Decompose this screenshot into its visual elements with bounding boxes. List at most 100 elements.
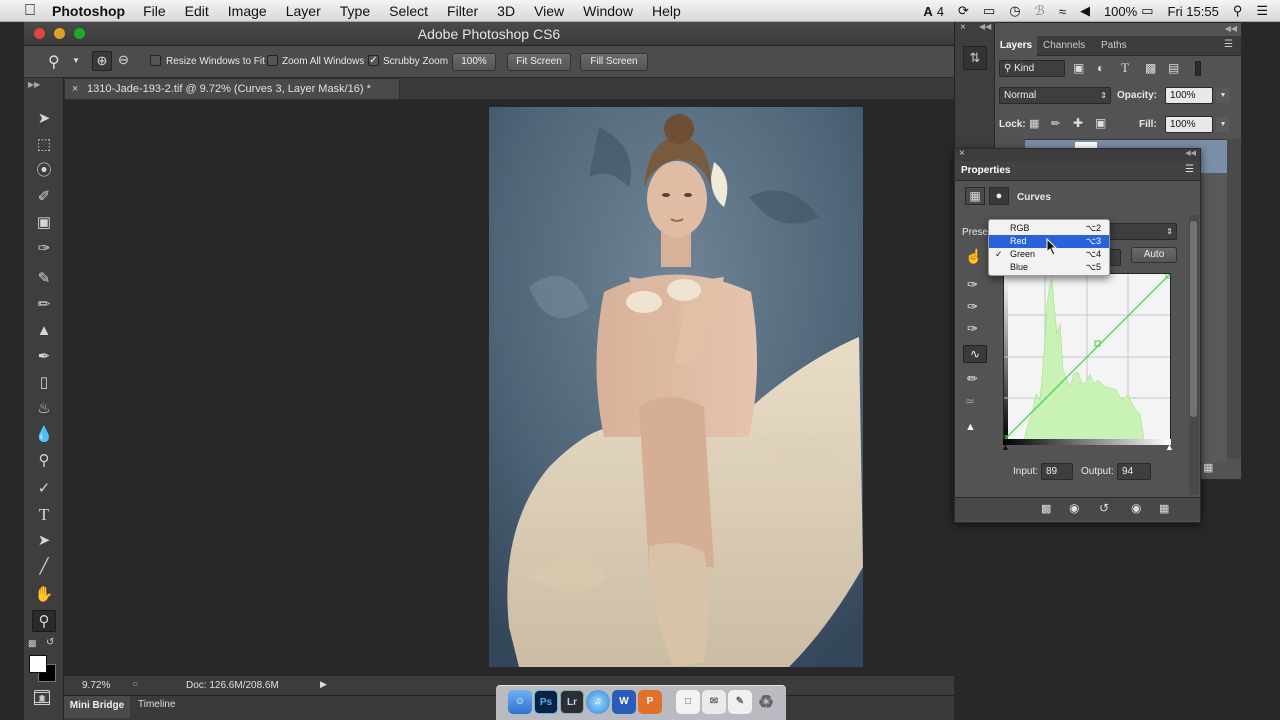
fill-input[interactable]: 100% ▼ <box>1165 116 1230 133</box>
delete-icon[interactable]: ▦ <box>1159 502 1169 515</box>
opacity-input[interactable]: 100% ▼ <box>1165 87 1230 104</box>
notification-center-icon[interactable]: ☰ <box>1256 3 1268 19</box>
chevron-down-icon[interactable]: ▼ <box>1216 117 1230 132</box>
lock-transparent-icon[interactable]: ▦ <box>1029 117 1039 130</box>
on-image-adjust-icon[interactable]: ☝ <box>965 248 982 265</box>
resize-windows-checkbox[interactable] <box>150 55 161 66</box>
scrollbar-thumb[interactable] <box>1190 221 1197 417</box>
menu-view[interactable]: View <box>534 3 564 19</box>
filter-shape-icon[interactable]: ▩ <box>1145 61 1156 75</box>
edit-points-curve-icon[interactable]: ∿ <box>963 345 987 363</box>
bluetooth-icon[interactable]: ℬ <box>1035 3 1045 19</box>
clock-text[interactable]: Fri 15:55 <box>1168 4 1219 19</box>
sample-white-eyedropper-icon[interactable]: ✑ <box>967 321 978 337</box>
type-tool-icon[interactable]: T <box>32 504 56 526</box>
curves-adjustment-icon[interactable]: ▦ <box>965 187 985 205</box>
blend-mode-select[interactable]: Normal ⇕ <box>999 87 1111 104</box>
path-selection-tool-icon[interactable]: ➤ <box>32 530 56 552</box>
powerpoint-icon[interactable]: P <box>638 690 662 714</box>
reset-icon[interactable]: ↺ <box>1099 501 1109 515</box>
clip-to-layer-icon[interactable]: ▩ <box>1041 502 1051 515</box>
layers-scrollbar[interactable] <box>1227 139 1241 459</box>
healing-brush-tool-icon[interactable]: ✎ <box>32 268 56 290</box>
sample-black-eyedropper-icon[interactable]: ✑ <box>967 277 978 293</box>
filter-adjustment-icon[interactable]: ◐ <box>1097 61 1104 75</box>
spotlight-icon[interactable]: ⚲ <box>1233 3 1243 19</box>
zoom-level[interactable]: 9.72% <box>82 680 110 691</box>
curves-graph[interactable] <box>1001 272 1172 442</box>
notes-icon[interactable]: ✎ <box>728 690 752 714</box>
close-icon[interactable]: × <box>960 22 966 33</box>
quick-selection-tool-icon[interactable]: ✐ <box>32 186 56 208</box>
menu-select[interactable]: Select <box>389 3 428 19</box>
wifi-icon[interactable]: ≈ <box>1059 4 1066 19</box>
paint-bucket-tool-icon[interactable]: ♨ <box>32 398 56 420</box>
panel-collapse-icon[interactable]: ▶▶ <box>28 80 40 89</box>
close-icon[interactable]: × <box>959 148 965 159</box>
scrubby-zoom-checkbox[interactable]: ✓ <box>368 55 379 66</box>
sample-gray-eyedropper-icon[interactable]: ✑ <box>967 299 978 315</box>
filter-smart-object-icon[interactable]: ▤ <box>1168 61 1179 75</box>
menu-item-rgb[interactable]: RGB ⌥2 <box>989 222 1109 235</box>
airplay-icon[interactable]: ▭ <box>983 3 995 19</box>
close-tab-icon[interactable]: × <box>72 79 78 100</box>
view-previous-state-icon[interactable]: ◉ <box>1069 501 1079 515</box>
panel-menu-icon[interactable]: ☰ <box>1224 39 1233 50</box>
properties-title[interactable]: Properties <box>961 165 1010 176</box>
filter-kind-select[interactable]: ⚲ Kind <box>999 60 1065 77</box>
lock-move-icon[interactable]: ✚ <box>1073 116 1083 130</box>
layer-mask-icon[interactable]: ● <box>989 187 1009 205</box>
clone-stamp-tool-icon[interactable]: ▲ <box>32 320 56 342</box>
tab-timeline[interactable]: Timeline <box>138 699 175 710</box>
tab-mini-bridge[interactable]: Mini Bridge <box>64 696 130 718</box>
app-menu-photoshop[interactable]: Photoshop <box>52 3 125 19</box>
eyedropper-tool-icon[interactable]: ✑ <box>32 238 56 260</box>
draw-curve-pencil-icon[interactable]: ✏ <box>967 371 978 387</box>
screen-mode-icon[interactable]: ▣ <box>34 692 50 705</box>
visibility-eye-icon[interactable]: ◉ <box>1131 501 1141 515</box>
zoom-100-button[interactable]: 100% <box>452 53 496 71</box>
trash-icon[interactable]: ♻ <box>754 690 778 714</box>
smooth-curve-icon[interactable]: ≃ <box>965 394 975 408</box>
panel-collapse-icon[interactable]: ◀◀ <box>1225 24 1237 33</box>
lasso-tool-icon[interactable]: ⦿ <box>32 160 56 182</box>
lock-paint-icon[interactable]: ✏ <box>1051 117 1060 130</box>
zoom-tool-icon[interactable]: ⚲ <box>32 610 56 632</box>
menu-file[interactable]: File <box>143 3 166 19</box>
auto-button[interactable]: Auto <box>1131 247 1177 263</box>
swap-colors-icon[interactable]: ↺ <box>46 637 54 648</box>
marquee-tool-icon[interactable]: ⬚ <box>32 134 56 156</box>
menu-image[interactable]: Image <box>228 3 267 19</box>
finder-icon[interactable]: ☺ <box>508 690 532 714</box>
fill-screen-button[interactable]: Fill Screen <box>580 53 648 71</box>
menu-filter[interactable]: Filter <box>447 3 478 19</box>
battery-text[interactable]: 100% <box>1104 4 1137 19</box>
chevron-down-icon[interactable]: ▼ <box>1216 88 1230 103</box>
zoom-tool-preset-icon[interactable]: ⚲ <box>48 52 60 72</box>
blur-tool-icon[interactable]: 💧 <box>32 424 56 446</box>
menu-type[interactable]: Type <box>340 3 370 19</box>
pen-tool-icon[interactable]: ✓ <box>32 478 56 500</box>
battery-icon[interactable]: ▭ <box>1141 3 1153 19</box>
adobe-icon[interactable]: A <box>923 4 932 19</box>
panel-collapse-icon[interactable]: ◀◀ <box>979 22 991 31</box>
status-info-icon[interactable]: ○ <box>132 679 138 690</box>
move-tool-icon[interactable]: ➤ <box>32 108 56 130</box>
menu-item-blue[interactable]: Blue ⌥5 <box>989 261 1109 274</box>
properties-panel-icon[interactable]: ⇅ <box>963 46 987 70</box>
black-point-slider[interactable]: ▲ <box>1001 442 1010 452</box>
zoom-out-icon[interactable]: ⊖ <box>118 52 129 68</box>
apple-icon[interactable]:  <box>20 2 40 19</box>
word-icon[interactable]: W <box>612 690 636 714</box>
brush-tool-icon[interactable]: ✏ <box>32 294 56 316</box>
itunes-icon[interactable]: ♫ <box>586 690 610 714</box>
properties-scrollbar[interactable] <box>1189 215 1199 495</box>
lock-all-icon[interactable]: ▣ <box>1095 116 1106 130</box>
chevron-down-icon[interactable]: ▼ <box>72 56 80 65</box>
filter-toggle-icon[interactable] <box>1195 61 1201 76</box>
line-tool-icon[interactable]: ╱ <box>32 556 56 578</box>
output-field[interactable]: 94 <box>1117 463 1151 480</box>
tab-paths[interactable]: Paths <box>1101 40 1127 51</box>
menu-3d[interactable]: 3D <box>497 3 515 19</box>
document-image[interactable] <box>489 107 863 667</box>
